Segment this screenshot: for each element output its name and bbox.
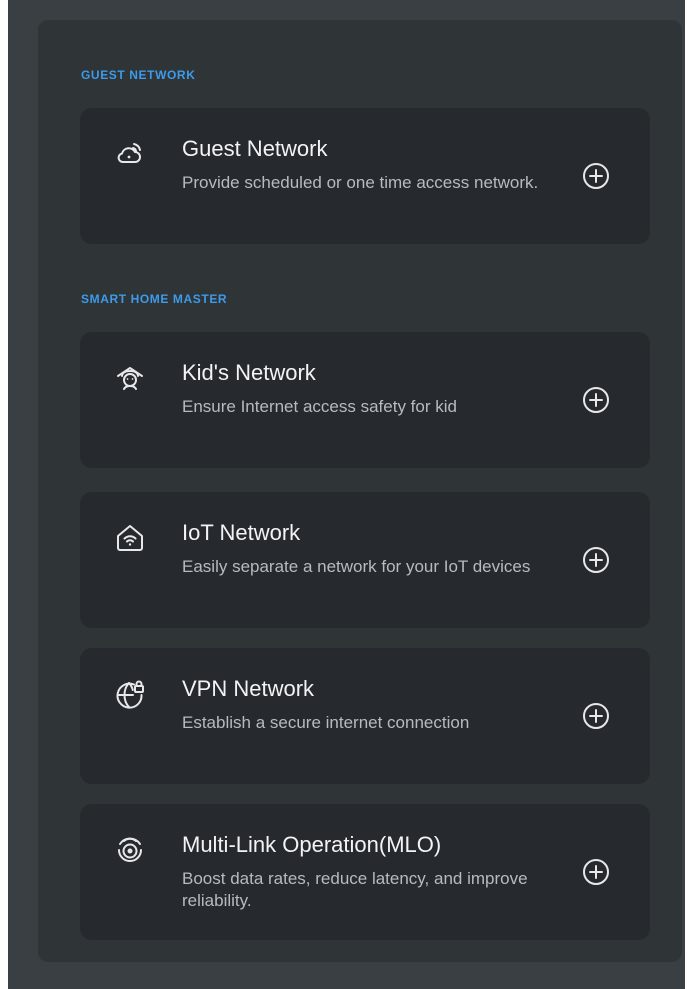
- globe-lock-icon: [114, 678, 146, 710]
- card-description: Boost data rates, reduce latency, and im…: [182, 869, 528, 910]
- card-vpn-network[interactable]: VPN Network Establish a secure internet …: [80, 648, 650, 784]
- card-title: Kid's Network: [182, 360, 316, 385]
- section-title-smart-home-master: SMART HOME MASTER: [81, 292, 228, 306]
- card-guest-network[interactable]: Guest Network Provide scheduled or one t…: [80, 108, 650, 244]
- card-title: Guest Network: [182, 136, 328, 161]
- app-frame: GUEST NETWORK Guest Network Provide sche…: [8, 0, 685, 989]
- card-mlo[interactable]: Multi-Link Operation(MLO) Boost data rat…: [80, 804, 650, 940]
- kid-face-icon: [114, 362, 146, 394]
- card-kids-network[interactable]: Kid's Network Ensure Internet access saf…: [80, 332, 650, 468]
- add-iot-network-button[interactable]: [582, 546, 610, 574]
- card-title: VPN Network: [182, 676, 315, 701]
- add-vpn-network-button[interactable]: [582, 702, 610, 730]
- card-description: Establish a secure internet connection: [182, 713, 470, 732]
- section-title-guest-network: GUEST NETWORK: [81, 68, 196, 82]
- card-title: Multi-Link Operation(MLO): [182, 832, 442, 857]
- card-iot-network[interactable]: IoT Network Easily separate a network fo…: [80, 492, 650, 628]
- add-kids-network-button[interactable]: [582, 386, 610, 414]
- network-panel: GUEST NETWORK Guest Network Provide sche…: [38, 20, 682, 962]
- card-title: IoT Network: [182, 520, 301, 545]
- home-wifi-icon: [114, 522, 146, 554]
- card-description: Easily separate a network for your IoT d…: [182, 557, 531, 576]
- add-guest-network-button[interactable]: [582, 162, 610, 190]
- add-mlo-button[interactable]: [582, 858, 610, 886]
- cloud-wifi-icon: [114, 138, 146, 170]
- signal-rings-icon: [114, 834, 146, 866]
- card-description: Provide scheduled or one time access net…: [182, 173, 539, 192]
- card-description: Ensure Internet access safety for kid: [182, 397, 457, 416]
